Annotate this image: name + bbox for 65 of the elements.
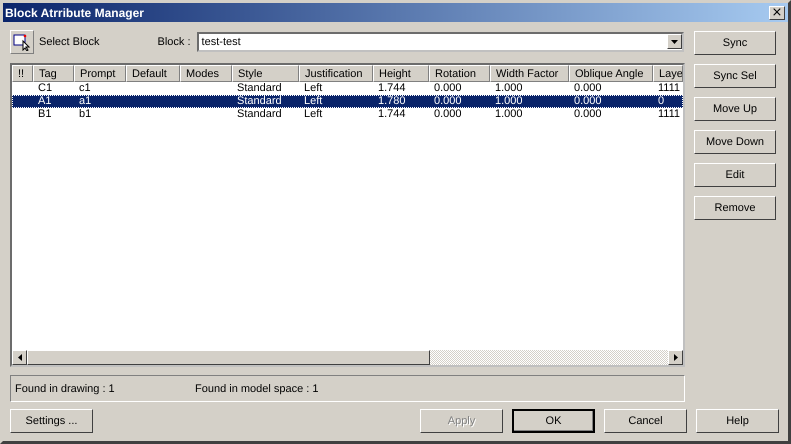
column-header[interactable]: Modes [180,65,232,82]
table-cell: 1.000 [495,108,523,120]
table-cell: 0.000 [434,82,462,94]
column-header[interactable]: Tag [33,65,74,82]
cursor-icon [13,32,31,50]
select-block-label: Select Block [39,36,100,48]
table-cell: 1.744 [378,82,406,94]
table-cell: 0.000 [434,108,462,120]
table-cell: 1111 [658,108,680,120]
column-header[interactable]: Default [126,65,180,82]
column-header[interactable]: !! [12,65,33,82]
table-cell: Standard [237,82,282,94]
table-cell: 0.000 [574,82,602,94]
side-button[interactable]: Sync [694,31,776,55]
table-cell: Left [304,108,322,120]
table-cell: 1.000 [495,95,523,107]
close-button[interactable]: × [769,6,785,20]
column-header[interactable]: Style [232,65,299,82]
left-arrow-icon [18,354,22,361]
table-cell: Standard [237,108,282,120]
dialog-button[interactable]: Help [696,409,779,433]
side-button[interactable]: Remove [694,196,776,220]
table-row[interactable]: C1 c1 Standard Left 1.744 0.000 1.000 0.000 1111 [12,82,683,95]
table-cell: 0.000 [574,108,602,120]
status-text: Found in model space : 1 [195,382,319,394]
column-header[interactable]: Height [373,65,429,82]
right-arrow-icon [674,354,678,361]
select-block-button[interactable] [10,30,34,54]
column-header[interactable]: Prompt [74,65,126,82]
table-cell: 1111 [658,82,680,94]
column-header[interactable]: Width Factor [490,65,569,82]
window-title: Block Atrribute Manager [5,6,144,20]
table-cell: A1 [38,95,52,107]
side-button[interactable]: Edit [694,163,776,187]
table-cell: b1 [79,108,92,120]
table-cell: Left [304,82,322,94]
table-cell: a1 [79,95,92,107]
table-cell: C1 [38,82,52,94]
table-row[interactable]: B1 b1 Standard Left 1.744 0.000 1.000 0.000 1111 [12,108,683,121]
dialog-button[interactable]: Cancel [604,409,687,433]
horizontal-scrollbar[interactable] [12,350,683,365]
table-cell: 1.744 [378,108,406,120]
column-header[interactable]: Justification [299,65,373,82]
column-header[interactable]: Rotation [429,65,490,82]
table-cell: Standard [237,95,282,107]
status-text: Found in drawing : 1 [15,382,116,394]
column-header[interactable]: Laye [653,65,683,82]
table-cell: 0.000 [434,95,462,107]
table-cell: 1.000 [495,82,523,94]
side-button[interactable]: Move Up [694,97,776,121]
table-cell: B1 [38,108,52,120]
dialog-button[interactable]: OK [512,409,595,433]
block-label: Block : [158,36,191,48]
table-cell: 1.780 [378,95,406,107]
dropdown-arrow-icon [671,40,678,44]
block-dropdown[interactable]: test-test [196,32,684,52]
table-cell: Left [304,95,322,107]
column-header[interactable]: Oblique Angle [569,65,653,82]
side-button[interactable]: Move Down [694,130,776,154]
table-cell: c1 [79,82,91,94]
table-cell: 0 [658,95,664,107]
dialog-button[interactable]: Settings ... [10,409,93,433]
side-button[interactable]: Sync Sel [694,64,776,88]
table-row[interactable]: A1 a1 Standard Left 1.780 0.000 1.000 0.000 0 [12,95,683,108]
table-cell: 0.000 [574,95,602,107]
